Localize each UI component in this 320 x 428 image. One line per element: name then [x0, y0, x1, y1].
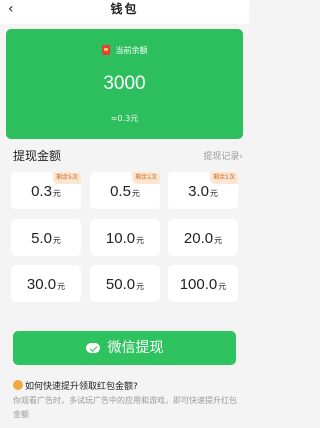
- amount-unit: 元: [209, 189, 218, 198]
- page-title: 钱包: [110, 2, 139, 16]
- withdraw-amount-title: 提现金额: [13, 149, 62, 163]
- tips-title-row: 如何快速提升领取红包金额?: [13, 379, 138, 392]
- red-packet-icon: [101, 45, 110, 55]
- amount-value: 30.0: [26, 276, 57, 293]
- wechat-icon: [85, 343, 100, 353]
- remaining-badge: 剩余1次: [132, 172, 160, 184]
- amount-unit: 元: [52, 236, 61, 245]
- top-bar: ‹ 钱包: [0, 0, 249, 24]
- tips-title: 如何快速提升领取红包金额?: [25, 382, 138, 392]
- amount-unit: 元: [131, 189, 140, 198]
- tips-description: 你观看广告时，多试玩广告中的应用和游戏，即可快速提升红包金额: [13, 396, 237, 419]
- amount-value: 100.0: [179, 276, 218, 293]
- amount-option-10.0[interactable]: 10.0元: [90, 219, 160, 256]
- amount-unit: 元: [57, 282, 66, 291]
- amount-value: 3.0: [188, 183, 209, 200]
- wechat-withdraw-button[interactable]: 微信提现: [13, 331, 236, 365]
- balance-amount: 3000: [103, 73, 146, 94]
- wechat-withdraw-label: 微信提现: [107, 340, 164, 356]
- amount-unit: 元: [136, 236, 145, 245]
- balance-card: 当前余额 3000 ≈0.3元: [6, 29, 243, 139]
- amount-option-20.0[interactable]: 20.0元: [168, 219, 238, 256]
- amount-value: 50.0: [105, 276, 136, 293]
- amount-unit: 元: [52, 189, 61, 198]
- amount-value: 5.0: [31, 230, 52, 247]
- amount-option-100.0[interactable]: 100.0元: [168, 265, 238, 302]
- balance-label: 当前余额: [115, 46, 148, 55]
- amount-unit: 元: [218, 282, 227, 291]
- balance-equivalent: ≈0.3元: [110, 114, 139, 123]
- balance-label-row: 当前余额: [6, 45, 243, 56]
- amount-unit: 元: [136, 282, 145, 291]
- amount-option-3.0[interactable]: 3.0元 剩余1次: [168, 172, 238, 209]
- amount-value: 10.0: [105, 230, 136, 247]
- amount-option-5.0[interactable]: 5.0元: [11, 219, 81, 256]
- amount-option-0.3[interactable]: 0.3元 剩余5次: [11, 172, 81, 209]
- amount-value: 0.3: [31, 183, 52, 200]
- remaining-badge: 剩余1次: [210, 172, 238, 184]
- amount-value: 0.5: [110, 183, 131, 200]
- amount-value: 20.0: [183, 230, 214, 247]
- coin-bag-icon: [13, 380, 23, 390]
- amount-option-0.5[interactable]: 0.5元 剩余1次: [90, 172, 160, 209]
- remaining-badge: 剩余5次: [53, 172, 81, 184]
- amount-unit: 元: [214, 236, 223, 245]
- amount-option-30.0[interactable]: 30.0元: [11, 265, 81, 302]
- amount-option-50.0[interactable]: 50.0元: [90, 265, 160, 302]
- withdraw-record-link[interactable]: 提现记录›: [203, 149, 243, 162]
